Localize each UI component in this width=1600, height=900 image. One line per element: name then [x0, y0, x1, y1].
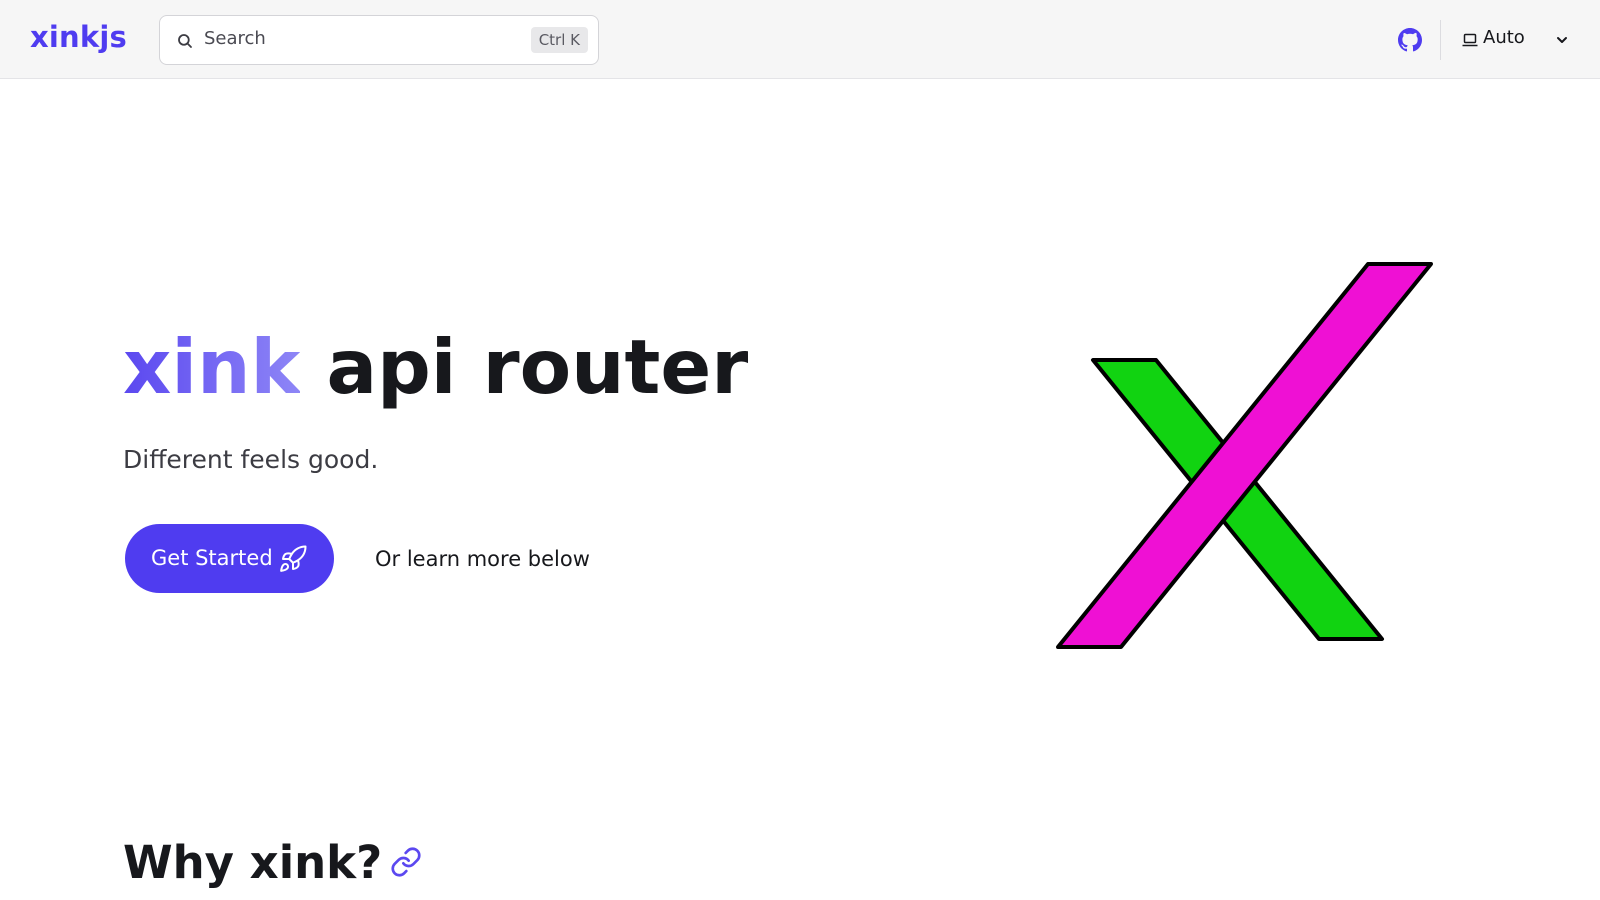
laptop-icon	[1462, 33, 1478, 47]
search-shortcut-badge: Ctrl K	[530, 27, 588, 53]
xink-logo-graphic	[1056, 262, 1433, 649]
get-started-label: Get Started	[151, 546, 273, 570]
theme-label: Auto	[1483, 27, 1525, 48]
site-logo[interactable]: xinkjs	[30, 20, 127, 54]
search-placeholder: Search	[204, 28, 266, 49]
github-icon[interactable]	[1398, 28, 1422, 52]
why-xink-heading: Why xink?	[123, 836, 383, 889]
hero-title-rest: api router	[300, 323, 749, 411]
theme-select[interactable]: Auto	[1462, 24, 1580, 56]
chevron-down-icon	[1557, 37, 1567, 43]
search-input[interactable]: Search Ctrl K	[159, 15, 599, 65]
link-icon[interactable]	[390, 846, 422, 878]
hero-title: xink api router	[123, 326, 748, 409]
top-nav: xinkjs Search Ctrl K Auto	[0, 0, 1600, 79]
learn-more-link[interactable]: Or learn more below	[375, 547, 590, 571]
hero-tagline: Different feels good.	[123, 445, 379, 474]
get-started-button[interactable]: Get Started	[125, 524, 334, 593]
hero-title-brand: xink	[123, 323, 301, 411]
search-icon	[178, 34, 192, 48]
logo-magenta-stroke	[1056, 262, 1433, 649]
rocket-icon	[280, 545, 307, 572]
header-divider	[1440, 20, 1441, 60]
